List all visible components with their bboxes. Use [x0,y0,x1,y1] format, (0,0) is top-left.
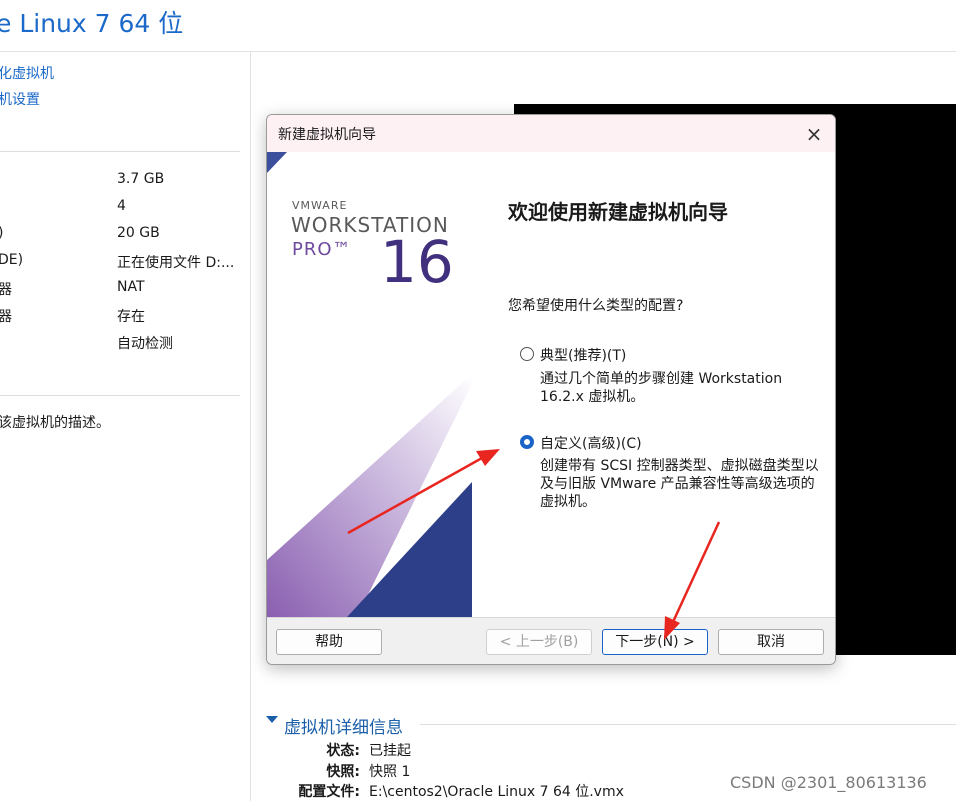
arrow-to-next-head [664,616,680,640]
watermark: CSDN @2301_80613136 [730,773,927,792]
arrow-to-custom-line [347,456,483,535]
arrow-to-custom-head [476,449,500,466]
annotation-arrows [347,449,721,640]
arrow-to-next-line [671,521,721,623]
